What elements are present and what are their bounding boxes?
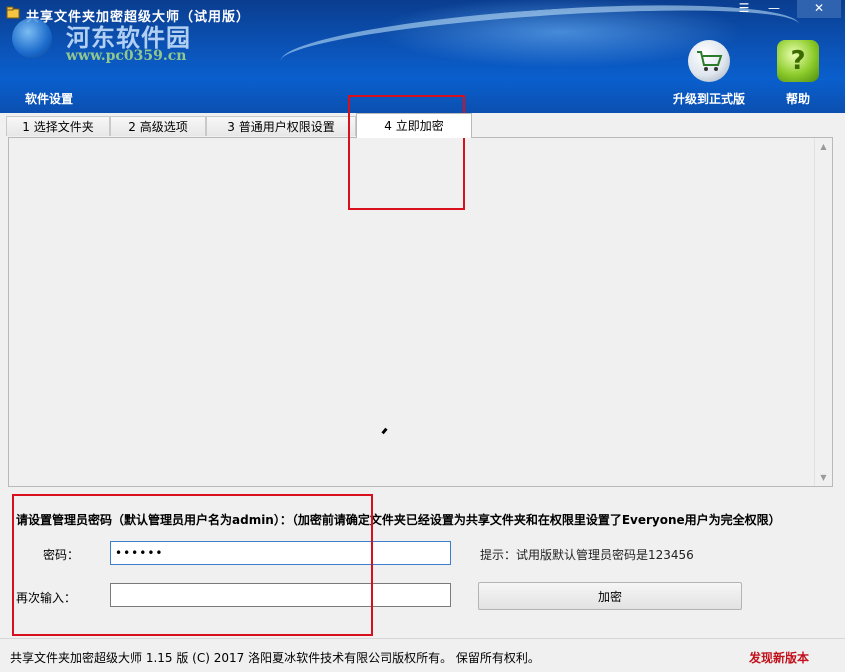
tab-user-permissions[interactable]: 3 普通用户权限设置 [206,116,356,136]
tab-encrypt-now[interactable]: 4 立即加密 [356,113,472,138]
window-menu-button[interactable]: ☰ [731,0,757,18]
tab-advanced-options[interactable]: 2 高级选项 [110,116,206,136]
copyright-text: 共享文件夹加密超级大师 1.15 版 (C) 2017 洛阳夏冰软件技术有限公司… [10,651,540,665]
password-field[interactable] [110,541,451,565]
vertical-scrollbar[interactable]: ▲ ▼ [814,138,832,486]
admin-password-notice: 请设置管理员密码（默认管理员用户名为admin）：（加密前请确定文件夹已经设置为… [16,513,781,527]
new-version-link[interactable]: 发现新版本 [749,649,809,666]
app-icon [6,6,20,19]
trial-password-hint: 提示：试用版默认管理员密码是123456 [480,548,694,562]
repeat-password-field[interactable] [110,583,451,607]
help-label: 帮助 [785,92,810,106]
repeat-password-label: 再次输入： [16,591,77,605]
tab-select-folder[interactable]: 1 选择文件夹 [6,116,110,136]
status-bar: 共享文件夹加密超级大师 1.15 版 (C) 2017 洛阳夏冰软件技术有限公司… [0,638,845,672]
help-button[interactable]: ? 帮助 [772,40,824,107]
scroll-up-arrow-icon[interactable]: ▲ [815,138,832,155]
shopping-cart-icon [688,40,730,82]
software-settings-button[interactable]: 软件设置 [10,40,88,107]
help-question-glyph: ? [790,46,806,76]
upgrade-button[interactable]: 升级到正式版 [668,40,750,107]
tab-content-panel: ▲ ▼ [8,137,833,487]
scroll-down-arrow-icon[interactable]: ▼ [815,469,832,486]
encrypt-button[interactable]: 加密 [478,582,742,610]
mouse-cursor-mark [381,427,388,435]
window-minimize-button[interactable]: — [761,0,787,18]
tab-strip: 1 选择文件夹 2 高级选项 3 普通用户权限设置 4 立即加密 [0,113,845,138]
software-settings-label: 软件设置 [24,92,73,106]
help-question-icon: ? [777,40,819,82]
title-ribbon: 共享文件夹加密超级大师（试用版） ☰ — ✕ 河东软件园 www.pc0359.… [0,0,845,113]
upgrade-label: 升级到正式版 [672,92,745,106]
password-label: 密码： [43,548,80,562]
window-close-button[interactable]: ✕ [797,0,841,18]
